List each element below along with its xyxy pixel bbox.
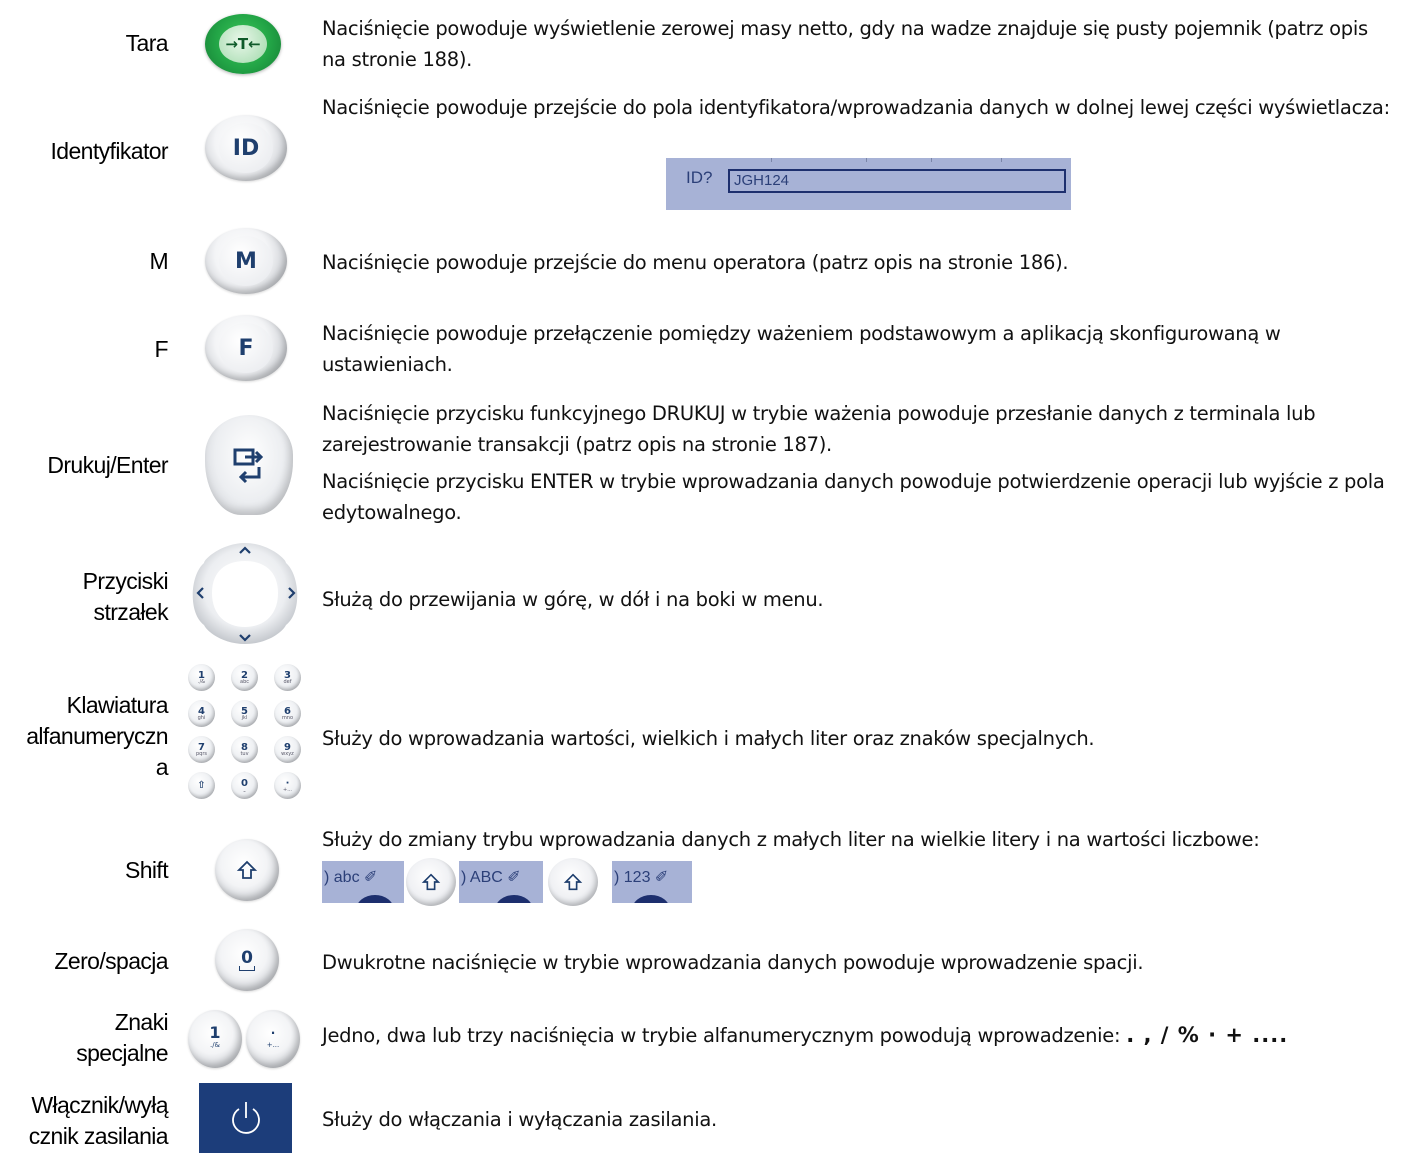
label-tara: Tara bbox=[125, 30, 169, 56]
shift-mode-upper: ) ABC ✐ bbox=[459, 861, 543, 903]
label-f: F bbox=[154, 336, 169, 362]
id-key-text: ID bbox=[232, 135, 260, 161]
m-key-text: M bbox=[235, 248, 257, 274]
id-display-label: ID? bbox=[686, 168, 713, 187]
special-key-one-icon: 1 ./& bbox=[188, 1010, 242, 1068]
desc-tara: Naciśnięcie powoduje wyświetlenie zerowe… bbox=[322, 17, 1368, 71]
shift-mode-upper-text: ABC bbox=[469, 869, 503, 886]
shift-mode-numeric: ) 123 ✐ bbox=[612, 861, 692, 903]
label-power: Włącznik/wyłą cznik zasilania bbox=[28, 1090, 169, 1152]
keypad-key: · +... bbox=[274, 772, 301, 799]
m-key-icon: M bbox=[205, 228, 287, 294]
desc-special-chars: . , / % · + .... bbox=[1126, 1023, 1289, 1047]
desc-drukuj-print: Naciśnięcie przycisku funkcyjnego DRUKUJ… bbox=[322, 402, 1316, 456]
alphanumeric-keypad-icon: 1 ./& 2 abc 3 def 4 ghi 5 jkl 6 mno 7 pqrs 8 tuv 9 wxyz ⇧ 0… bbox=[186, 664, 302, 814]
desc-shift: Służy do zmiany trybu wprowadzania danyc… bbox=[322, 828, 1260, 851]
shift-key-icon bbox=[215, 839, 279, 901]
desc-special-text: Jedno, dwa lub trzy naciśnięcia w trybie… bbox=[322, 1024, 1121, 1047]
special-key-dot-icon: · +... bbox=[246, 1010, 300, 1068]
id-display-value: JGH124 bbox=[734, 172, 790, 189]
special-key-dot-digit: · bbox=[270, 1026, 276, 1040]
space-underscore-icon bbox=[239, 965, 255, 971]
desc-zero: Dwukrotne naciśnięcie w trybie wprowadza… bbox=[322, 951, 1144, 974]
keypad-key-sub: tuv bbox=[240, 750, 249, 757]
shift-mode-lower-text: abc bbox=[333, 869, 360, 886]
label-keypad-line2: alfanumeryczn bbox=[26, 723, 168, 749]
label-arrows: Przyciski strzałek bbox=[82, 566, 169, 628]
id-display-field: JGH124 bbox=[728, 169, 1066, 193]
print-enter-key-icon bbox=[205, 415, 293, 515]
keypad-key-sub: wxyz bbox=[281, 750, 294, 757]
label-power-line1: Włącznik/wyłą bbox=[31, 1092, 168, 1118]
label-zero: Zero/spacja bbox=[54, 948, 168, 974]
desc-arrows: Służą do przewijania w górę, w dół i na … bbox=[322, 588, 824, 611]
label-arrows-line2: strzałek bbox=[93, 599, 169, 625]
label-arrows-line1: Przyciski bbox=[82, 568, 169, 594]
f-key-icon: F bbox=[205, 315, 287, 381]
label-special: Znaki specjalne bbox=[76, 1007, 168, 1069]
keypad-key-sub: ./& bbox=[197, 678, 206, 685]
keypad-key: 0 ⎵ bbox=[231, 772, 258, 799]
label-power-line2: cznik zasilania bbox=[28, 1123, 169, 1149]
label-keypad-line3: a bbox=[155, 754, 169, 780]
special-key-dot-sub: +... bbox=[266, 1041, 280, 1049]
keypad-key: 9 wxyz bbox=[274, 736, 301, 763]
id-display-screenshot: ID? JGH124 bbox=[666, 158, 1071, 210]
keypad-key-sub: def bbox=[283, 678, 292, 685]
keypad-key-sub: pqrs bbox=[195, 750, 207, 757]
power-key-icon bbox=[199, 1083, 292, 1153]
label-drukuj: Drukuj/Enter bbox=[47, 452, 168, 478]
keypad-key: 7 pqrs bbox=[188, 736, 215, 763]
shift-mode-key-2-icon bbox=[548, 858, 598, 906]
keypad-key: 2 abc bbox=[231, 664, 258, 691]
zero-key-digit: 0 bbox=[241, 947, 253, 968]
keypad-key: 3 def bbox=[274, 664, 301, 691]
label-special-line2: specjalne bbox=[76, 1040, 168, 1066]
keypad-key-sub: mno bbox=[281, 714, 294, 721]
special-key-one-sub: ./& bbox=[209, 1041, 221, 1049]
keypad-key-sub: +... bbox=[283, 786, 292, 793]
tare-symbol: →T← bbox=[225, 35, 261, 53]
label-keypad-line1: Klawiatura bbox=[66, 692, 169, 718]
shift-mode-numeric-text: 123 bbox=[623, 869, 651, 886]
print-enter-symbol-icon bbox=[233, 448, 264, 484]
keypad-key: 5 jkl bbox=[231, 700, 258, 727]
keypad-key-sub: jkl bbox=[241, 714, 248, 721]
keypad-key-sub: abc bbox=[240, 678, 249, 685]
label-shift: Shift bbox=[124, 857, 169, 883]
shift-mode-lower: ) abc ✐ bbox=[322, 861, 404, 903]
desc-m: Naciśnięcie powoduje przejście do menu o… bbox=[322, 251, 1069, 274]
desc-id: Naciśnięcie powoduje przejście do pola i… bbox=[322, 96, 1390, 119]
label-id: Identyfikator bbox=[50, 138, 169, 164]
desc-drukuj-enter: Naciśnięcie przycisku ENTER w trybie wpr… bbox=[322, 470, 1385, 524]
label-keypad: Klawiatura alfanumeryczn a bbox=[26, 690, 168, 783]
desc-power: Służy do włączania i wyłączania zasilani… bbox=[322, 1108, 717, 1131]
keypad-key-sub: ghi bbox=[197, 714, 206, 721]
keypad-key: 8 tuv bbox=[231, 736, 258, 763]
keypad-key: 1 ./& bbox=[188, 664, 215, 691]
id-key-icon: ID bbox=[205, 115, 287, 181]
desc-special: Jedno, dwa lub trzy naciśnięcia w trybie… bbox=[322, 1020, 1288, 1051]
keypad-key-main: ⇧ bbox=[197, 780, 206, 791]
f-key-text: F bbox=[238, 335, 254, 361]
zero-space-key-icon: 0 bbox=[215, 929, 279, 991]
keypad-key-sub: ⎵ bbox=[243, 786, 246, 793]
keypad-key: 4 ghi bbox=[188, 700, 215, 727]
shift-modes-screenshot: ) abc ✐ ) ABC ✐ ) 123 ✐ bbox=[322, 858, 694, 906]
shift-arrow-icon bbox=[236, 860, 258, 879]
desc-f: Naciśnięcie powoduje przełączenie pomięd… bbox=[322, 322, 1281, 376]
arrow-keys-icon bbox=[192, 543, 298, 644]
tare-key-icon: →T← bbox=[205, 14, 281, 74]
power-symbol-icon bbox=[231, 1102, 260, 1134]
desc-keypad: Służy do wprowadzania wartości, wielkich… bbox=[322, 727, 1095, 750]
shift-mode-key-1-icon bbox=[406, 858, 456, 906]
label-m: M bbox=[149, 248, 168, 274]
label-special-line1: Znaki bbox=[114, 1009, 169, 1035]
special-key-one-digit: 1 bbox=[209, 1023, 221, 1042]
keypad-key: 6 mno bbox=[274, 700, 301, 727]
keypad-key: ⇧ bbox=[188, 772, 215, 799]
